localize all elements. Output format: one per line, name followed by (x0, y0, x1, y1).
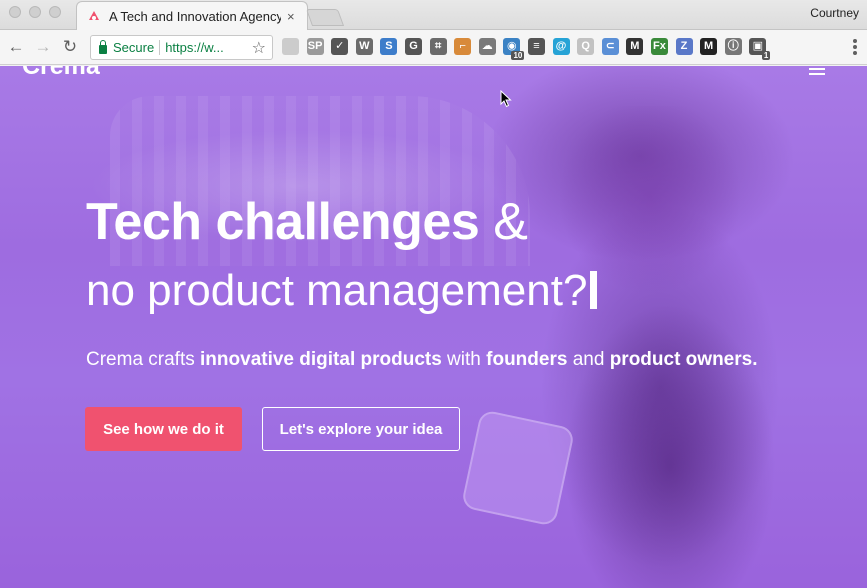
extension-badge: 1 (761, 51, 771, 60)
sp-extension-glyph: SP (307, 40, 323, 52)
url-text[interactable]: https://w... (165, 40, 224, 55)
camera-extension-icon[interactable]: ▣ 1 (749, 38, 771, 60)
tagline-emphasis: founders (486, 349, 568, 370)
rss-extension-glyph: ⊂ (605, 40, 615, 52)
profile-name[interactable]: Courtney (810, 6, 859, 20)
info-extension-glyph: ⓘ (727, 40, 739, 52)
browser-toolbar: ← → ↻ Secure https://w... ☆ SP ✓ W S G ⌗ ⌐ ☁ ◉ 10… (0, 30, 867, 65)
at-extension-glyph: @ (555, 40, 567, 52)
s-extension-icon[interactable]: S (380, 38, 398, 55)
m-extension-glyph: M (704, 40, 714, 52)
tab-title: A Tech and Innovation Agency (109, 8, 281, 24)
hook-extension-icon[interactable] (282, 38, 299, 55)
ruler-extension-glyph: ⌐ (459, 40, 466, 52)
at-extension-icon[interactable]: @ (552, 38, 570, 55)
tagline-emphasis: product owners. (609, 349, 758, 370)
new-tab-button[interactable] (305, 9, 345, 26)
medium-extension-glyph: M (630, 40, 640, 52)
secure-label: Secure (113, 40, 155, 55)
extensions-bar: SP ✓ W S G ⌗ ⌐ ☁ ◉ 10 ≡ @ Q ⊂ M Fx Z Mⓘ ▣ 1 (282, 38, 774, 60)
back-arrow-icon[interactable]: ← (6, 37, 26, 57)
fx-extension-icon[interactable]: Fx (650, 38, 668, 55)
search-extension-glyph: Q (581, 40, 590, 52)
hero-headline-line1: Tech challenges & (86, 192, 528, 252)
checkmark-extension-icon[interactable]: ✓ (331, 38, 349, 55)
z-extension-icon[interactable]: Z (675, 38, 693, 55)
address-bar[interactable]: Secure https://w... ☆ (90, 35, 273, 60)
bookmark-star-icon[interactable]: ☆ (252, 38, 266, 58)
hamburger-menu-icon[interactable] (809, 66, 825, 78)
info-extension-icon[interactable]: ⓘ (724, 38, 742, 55)
z-extension-glyph: Z (680, 40, 688, 52)
search-extension-icon[interactable]: Q (577, 38, 595, 55)
crop-extension-glyph: ⌗ (434, 40, 442, 52)
minimize-window-button[interactable] (29, 6, 41, 18)
maximize-window-button[interactable] (49, 6, 61, 18)
tab-close-icon[interactable]: × (287, 9, 295, 24)
address-separator (159, 40, 161, 55)
tagline-part: with (441, 349, 487, 370)
s-extension-glyph: S (385, 40, 393, 52)
lock-icon (99, 39, 107, 54)
crema-favicon-icon (89, 11, 99, 20)
headline-bold-text: Tech challenges (86, 193, 480, 251)
crema-logo[interactable]: Crema (22, 66, 100, 81)
wordpress-extension-glyph: W (359, 40, 370, 52)
checkmark-extension-glyph: ✓ (335, 40, 345, 52)
g-extension-icon[interactable]: G (404, 38, 422, 55)
browser-titlebar: A Tech and Innovation Agency × Courtney (0, 0, 867, 30)
sp-extension-icon[interactable]: SP (306, 38, 324, 55)
browser-menu-icon[interactable] (853, 39, 857, 57)
close-window-button[interactable] (9, 6, 21, 18)
g-extension-glyph: G (409, 40, 418, 52)
forward-arrow-icon[interactable]: → (33, 37, 53, 57)
cloud-extension-icon[interactable]: ☁ (478, 38, 496, 55)
list-extension-glyph: ≡ (533, 40, 540, 52)
typing-caret (590, 271, 598, 309)
tagline-part: and (567, 349, 610, 370)
list-extension-icon[interactable]: ≡ (527, 38, 545, 55)
headline-ampersand: & (479, 193, 528, 251)
cloud-extension-glyph: ☁ (481, 40, 493, 52)
see-how-we-do-it-button[interactable]: See how we do it (85, 407, 242, 451)
hero-headline-line2: no product management? (86, 266, 598, 316)
wordpress-extension-icon[interactable]: W (355, 38, 373, 55)
background-person-image (520, 106, 820, 588)
medium-extension-icon[interactable]: M (626, 38, 644, 55)
tagline-part: Crema crafts (86, 349, 201, 370)
explore-your-idea-button[interactable]: Let's explore your idea (262, 407, 460, 451)
mouse-cursor-icon (500, 90, 512, 108)
extension-badge: 10 (511, 51, 525, 60)
browser-tab-active[interactable]: A Tech and Innovation Agency × (76, 1, 308, 30)
background-phone-image (460, 409, 576, 527)
crop-extension-icon[interactable]: ⌗ (429, 38, 447, 55)
ruler-extension-icon[interactable]: ⌐ (454, 38, 472, 55)
rss-extension-icon[interactable]: ⊂ (601, 38, 619, 55)
m-extension-icon[interactable]: M (700, 38, 718, 55)
notification-extension-icon[interactable]: ◉ 10 (503, 38, 525, 60)
headline-line2-text: no product management? (86, 266, 588, 315)
tagline-emphasis: innovative digital products (200, 349, 442, 370)
reload-icon[interactable]: ↻ (60, 37, 80, 57)
camera-extension-glyph: ▣ (752, 40, 763, 52)
hero-tagline: Crema crafts innovative digital products… (86, 349, 757, 371)
hero-section: Crema Tech challenges & no product manag… (0, 66, 867, 588)
fx-extension-glyph: Fx (652, 40, 666, 52)
